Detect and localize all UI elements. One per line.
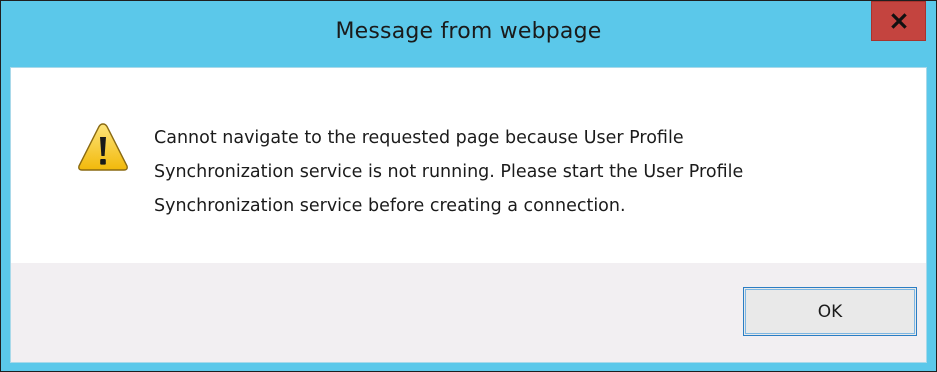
dialog-body: Cannot navigate to the requested page be… — [10, 67, 927, 363]
title-bar[interactable]: Message from webpage — [1, 1, 936, 67]
close-button[interactable] — [871, 1, 926, 41]
button-area: OK — [11, 263, 926, 362]
dialog-title: Message from webpage — [335, 19, 602, 44]
message-area: Cannot navigate to the requested page be… — [11, 68, 926, 263]
close-icon — [890, 13, 907, 29]
message-text: Cannot navigate to the requested page be… — [154, 128, 744, 216]
warning-icon — [78, 123, 128, 171]
ok-button[interactable]: OK — [743, 287, 917, 336]
message-dialog: Message from webpage Cannot navigate to … — [0, 0, 937, 372]
